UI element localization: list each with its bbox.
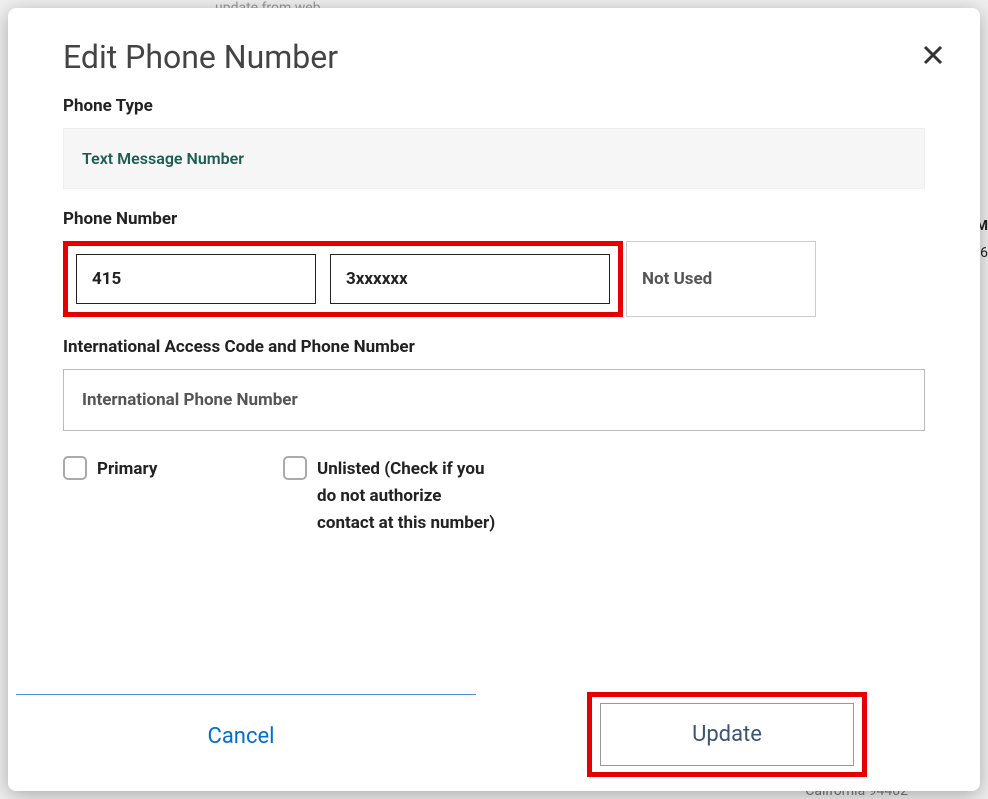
modal-footer: Cancel Update (8, 682, 980, 791)
intl-label: International Access Code and Phone Numb… (63, 337, 925, 357)
phone-highlight (63, 241, 623, 317)
unlisted-label: Unlisted (Check if you do not authorize … (317, 456, 497, 538)
modal-body: Phone Type Text Message Number Phone Num… (8, 96, 980, 652)
modal-title: Edit Phone Number (63, 38, 338, 76)
close-icon (921, 43, 945, 67)
cancel-button[interactable]: Cancel (8, 682, 474, 791)
primary-label: Primary (97, 456, 157, 483)
edit-phone-modal: Edit Phone Number Phone Type Text Messag… (8, 8, 980, 791)
extension-input[interactable] (626, 241, 816, 317)
phone-type-label: Phone Type (63, 96, 925, 116)
primary-checkbox-item: Primary (63, 456, 283, 538)
area-code-input[interactable] (76, 254, 316, 304)
checkbox-row: Primary Unlisted (Check if you do not au… (63, 456, 925, 538)
phone-number-row (63, 241, 925, 317)
unlisted-checkbox[interactable] (283, 456, 307, 480)
phone-type-value: Text Message Number (63, 128, 925, 189)
primary-checkbox[interactable] (63, 456, 87, 480)
close-button[interactable] (916, 38, 950, 75)
phone-number-input[interactable] (330, 254, 610, 304)
phone-number-label: Phone Number (63, 209, 925, 229)
intl-phone-input[interactable] (63, 369, 925, 431)
footer-divider (16, 694, 476, 695)
modal-header: Edit Phone Number (8, 8, 980, 96)
update-button[interactable]: Update (600, 703, 854, 766)
update-wrap: Update (474, 682, 980, 791)
unlisted-checkbox-item: Unlisted (Check if you do not authorize … (283, 456, 497, 538)
update-highlight: Update (587, 692, 867, 777)
